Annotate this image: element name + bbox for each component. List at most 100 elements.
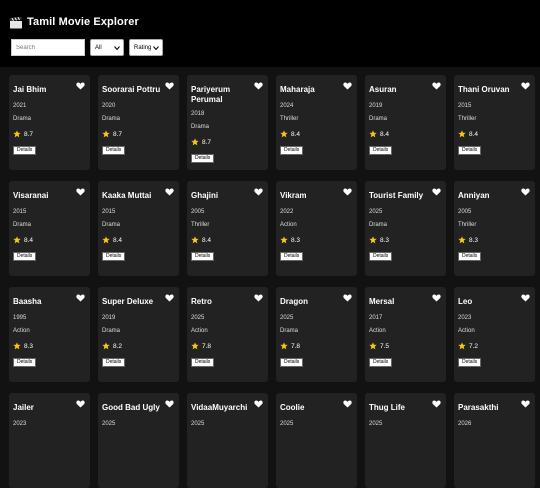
details-button[interactable]: Details (280, 145, 304, 155)
movie-rating: 7.2 (458, 342, 531, 350)
details-button[interactable]: Details (191, 357, 215, 367)
rating-value: 7.8 (202, 342, 212, 350)
movie-rating: 8.3 (13, 342, 86, 350)
movie-card[interactable]: Anniyan 2005 Thriller 8.3 Details (454, 181, 535, 276)
favorite-heart-icon[interactable] (432, 188, 441, 196)
movie-rating: 8.3 (280, 236, 353, 244)
movie-genre: Thriller (458, 116, 477, 122)
details-button[interactable]: Details (458, 357, 482, 367)
rating-value: 8.3 (380, 236, 390, 244)
favorite-heart-icon[interactable] (343, 400, 352, 408)
details-button[interactable]: Details (102, 357, 126, 367)
star-icon (369, 342, 377, 350)
favorite-heart-icon[interactable] (76, 188, 85, 196)
movie-card[interactable]: Parasakthi 2026 Details (454, 393, 535, 488)
movie-year: 2023 (458, 315, 472, 321)
movie-year: 2020 (102, 103, 116, 109)
movie-year: 2025 (369, 209, 383, 215)
details-button[interactable]: Details (280, 251, 304, 261)
details-button[interactable]: Details (369, 251, 393, 261)
details-button[interactable]: Details (13, 145, 37, 155)
rating-value: 8.4 (24, 236, 34, 244)
movie-year: 2025 (191, 315, 205, 321)
favorite-heart-icon[interactable] (165, 82, 174, 90)
details-button[interactable]: Details (13, 251, 37, 261)
favorite-heart-icon[interactable] (254, 294, 263, 302)
favorite-heart-icon[interactable] (76, 294, 85, 302)
star-icon (280, 130, 288, 138)
favorite-heart-icon[interactable] (432, 294, 441, 302)
movie-card[interactable]: Vikram 2022 Action 8.3 Details (276, 181, 357, 276)
star-icon (458, 130, 466, 138)
favorite-heart-icon[interactable] (165, 400, 174, 408)
movie-card[interactable]: Dragon 2025 Drama 7.8 Details (276, 287, 357, 382)
favorite-heart-icon[interactable] (76, 400, 85, 408)
movie-card[interactable]: Thug Life 2025 Details (365, 393, 446, 488)
favorite-heart-icon[interactable] (521, 82, 530, 90)
favorite-heart-icon[interactable] (165, 294, 174, 302)
movie-card[interactable]: Pariyerum Perumal 2018 Drama 8.7 Details (187, 75, 268, 170)
movie-grid: Jai Bhim 2021 Drama 8.7 Details Soorarai… (0, 67, 540, 488)
movie-rating: 8.4 (458, 130, 531, 138)
movie-card[interactable]: Thani Oruvan 2015 Thriller 8.4 Details (454, 75, 535, 170)
genre-filter-value: All (95, 44, 102, 51)
movie-rating: 8.4 (369, 130, 442, 138)
favorite-heart-icon[interactable] (432, 400, 441, 408)
movie-card[interactable]: Jai Bhim 2021 Drama 8.7 Details (9, 75, 90, 170)
movie-card[interactable]: Retro 2025 Action 7.8 Details (187, 287, 268, 382)
movie-year: 2024 (280, 103, 294, 109)
details-button[interactable]: Details (458, 145, 482, 155)
movie-card[interactable]: VidaaMuyarchi 2025 Details (187, 393, 268, 488)
favorite-heart-icon[interactable] (254, 188, 263, 196)
movie-card[interactable]: Ghajini 2005 Thriller 8.4 Details (187, 181, 268, 276)
rating-value: 7.2 (469, 342, 479, 350)
favorite-heart-icon[interactable] (254, 82, 263, 90)
details-button[interactable]: Details (13, 357, 37, 367)
movie-year: 2015 (458, 103, 472, 109)
rating-value: 8.4 (469, 130, 479, 138)
favorite-heart-icon[interactable] (521, 294, 530, 302)
movie-card[interactable]: Tourist Family 2025 Drama 8.3 Details (365, 181, 446, 276)
movie-genre: Thriller (280, 116, 299, 122)
genre-filter-select[interactable]: All (90, 39, 124, 56)
star-icon (102, 236, 110, 244)
favorite-heart-icon[interactable] (254, 400, 263, 408)
movie-genre: Drama (191, 124, 210, 130)
details-button[interactable]: Details (102, 251, 126, 261)
favorite-heart-icon[interactable] (521, 188, 530, 196)
details-button[interactable]: Details (191, 251, 215, 261)
favorite-heart-icon[interactable] (76, 82, 85, 90)
movie-card[interactable]: Super Deluxe 2019 Drama 8.2 Details (98, 287, 179, 382)
favorite-heart-icon[interactable] (521, 400, 530, 408)
favorite-heart-icon[interactable] (343, 294, 352, 302)
details-button[interactable]: Details (102, 145, 126, 155)
movie-card[interactable]: Good Bad Ugly 2025 Details (98, 393, 179, 488)
star-icon (102, 342, 110, 350)
movie-card[interactable]: Coolie 2025 Details (276, 393, 357, 488)
movie-card[interactable]: Leo 2023 Action 7.2 Details (454, 287, 535, 382)
movie-card[interactable]: Maharaja 2024 Thriller 8.4 Details (276, 75, 357, 170)
favorite-heart-icon[interactable] (165, 188, 174, 196)
movie-card[interactable]: Kaaka Muttai 2015 Drama 8.4 Details (98, 181, 179, 276)
movie-card[interactable]: Visaranai 2015 Drama 8.4 Details (9, 181, 90, 276)
details-button[interactable]: Details (369, 357, 393, 367)
details-button[interactable]: Details (369, 145, 393, 155)
favorite-heart-icon[interactable] (343, 188, 352, 196)
details-button[interactable]: Details (280, 357, 304, 367)
movie-rating: 8.3 (458, 236, 531, 244)
rating-value: 8.4 (202, 236, 212, 244)
search-input[interactable] (11, 39, 85, 56)
sort-select[interactable]: Rating (129, 39, 163, 56)
movie-card[interactable]: Asuran 2019 Drama 8.4 Details (365, 75, 446, 170)
movie-year: 2025 (280, 315, 294, 321)
movie-card[interactable]: Baasha 1995 Action 8.3 Details (9, 287, 90, 382)
movie-card[interactable]: Mersal 2017 Action 7.5 Details (365, 287, 446, 382)
movie-card[interactable]: Soorarai Pottru 2020 Drama 8.7 Details (98, 75, 179, 170)
favorite-heart-icon[interactable] (432, 82, 441, 90)
details-button[interactable]: Details (458, 251, 482, 261)
movie-year: 2023 (13, 421, 27, 427)
details-button[interactable]: Details (191, 153, 215, 163)
favorite-heart-icon[interactable] (343, 82, 352, 90)
movie-card[interactable]: Jailer 2023 Details (9, 393, 90, 488)
star-icon (280, 236, 288, 244)
